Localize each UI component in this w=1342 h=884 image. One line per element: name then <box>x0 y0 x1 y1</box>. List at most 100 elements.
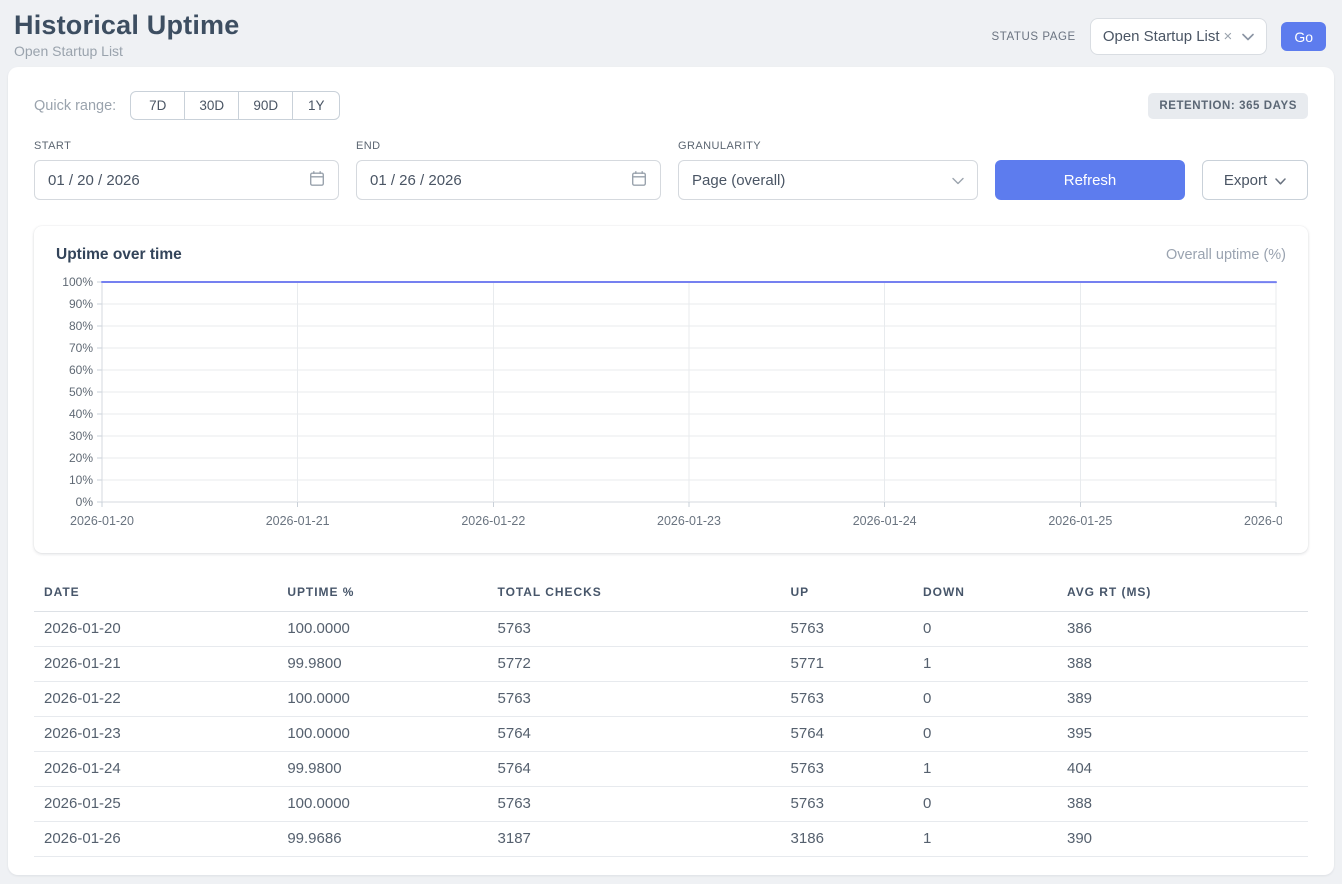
table-cell: 5764 <box>781 717 913 752</box>
table-cell: 2026-01-23 <box>34 717 277 752</box>
table-cell: 99.9800 <box>277 752 487 787</box>
table-cell: 0 <box>913 787 1057 822</box>
table-cell: 5763 <box>488 612 781 647</box>
table-row: 2026-01-25100.0000576357630388 <box>34 787 1308 822</box>
table-cell: 2026-01-22 <box>34 682 277 717</box>
table-cell: 99.9686 <box>277 822 487 857</box>
quick-range-90d-button[interactable]: 90D <box>238 91 293 120</box>
table-cell: 100.0000 <box>277 612 487 647</box>
table-cell: 388 <box>1057 787 1308 822</box>
filters-row: START 01 / 20 / 2026 END 01 / 26 / 2026 <box>34 140 1308 200</box>
svg-text:0%: 0% <box>76 495 94 509</box>
end-date-input[interactable]: 01 / 26 / 2026 <box>356 160 661 200</box>
svg-text:10%: 10% <box>69 473 93 487</box>
table-row: 2026-01-2499.9800576457631404 <box>34 752 1308 787</box>
svg-text:40%: 40% <box>69 407 93 421</box>
quick-range-7d-button[interactable]: 7D <box>130 91 185 120</box>
clear-icon[interactable]: × <box>1224 28 1233 45</box>
chevron-down-icon <box>1275 172 1286 189</box>
svg-text:50%: 50% <box>69 385 93 399</box>
table-cell: 386 <box>1057 612 1308 647</box>
table-cell: 395 <box>1057 717 1308 752</box>
column-header: DATE <box>34 577 277 612</box>
chart-legend: Overall uptime (%) <box>1166 247 1286 263</box>
table-cell: 2026-01-20 <box>34 612 277 647</box>
table-cell: 1 <box>913 752 1057 787</box>
svg-text:100%: 100% <box>62 275 93 289</box>
end-date-value: 01 / 26 / 2026 <box>370 172 462 189</box>
uptime-line-chart: 100%90%80%70%60%50%40%30%20%10%0%2026-01… <box>56 272 1286 543</box>
quick-range-group: 7D30D90D1Y <box>130 91 340 120</box>
column-header: AVG RT (MS) <box>1057 577 1308 612</box>
topbar-right: STATUS PAGE Open Startup List × Go <box>992 18 1326 55</box>
table-cell: 5763 <box>488 682 781 717</box>
granularity-field: GRANULARITY Page (overall) <box>678 140 978 200</box>
page-title: Historical Uptime <box>14 10 239 40</box>
export-button-label: Export <box>1224 172 1267 189</box>
table-cell: 404 <box>1057 752 1308 787</box>
quick-range-1y-button[interactable]: 1Y <box>292 91 340 120</box>
quick-range-30d-button[interactable]: 30D <box>184 91 239 120</box>
granularity-select[interactable]: Page (overall) <box>678 160 978 200</box>
go-button[interactable]: Go <box>1281 22 1326 51</box>
table-cell: 0 <box>913 682 1057 717</box>
table-cell: 5763 <box>488 787 781 822</box>
table-cell: 5764 <box>488 717 781 752</box>
refresh-button[interactable]: Refresh <box>995 160 1185 200</box>
table-row: 2026-01-2199.9800577257711388 <box>34 647 1308 682</box>
svg-text:2026-01-21: 2026-01-21 <box>266 514 330 528</box>
table-cell: 2026-01-26 <box>34 822 277 857</box>
svg-text:2026-01-22: 2026-01-22 <box>461 514 525 528</box>
title-block: Historical Uptime Open Startup List <box>14 10 239 59</box>
svg-text:2026-01-20: 2026-01-20 <box>70 514 134 528</box>
table-cell: 0 <box>913 717 1057 752</box>
table-cell: 5763 <box>781 752 913 787</box>
table-row: 2026-01-2699.9686318731861390 <box>34 822 1308 857</box>
chart-title: Uptime over time <box>56 246 182 264</box>
end-date-field: END 01 / 26 / 2026 <box>356 140 661 200</box>
svg-text:2026-01-24: 2026-01-24 <box>853 514 917 528</box>
table-cell: 388 <box>1057 647 1308 682</box>
svg-text:30%: 30% <box>69 429 93 443</box>
end-date-label: END <box>356 140 661 152</box>
table-cell: 5763 <box>781 787 913 822</box>
historical-uptime-page: Historical Uptime Open Startup List STAT… <box>0 0 1342 875</box>
table-cell: 5763 <box>781 682 913 717</box>
chevron-down-icon <box>1242 33 1254 41</box>
table-cell: 5772 <box>488 647 781 682</box>
table-cell: 1 <box>913 647 1057 682</box>
chart-header: Uptime over time Overall uptime (%) <box>56 246 1286 264</box>
table-cell: 3186 <box>781 822 913 857</box>
calendar-icon[interactable] <box>631 170 647 191</box>
table-cell: 5763 <box>781 612 913 647</box>
table-header-row: DATEUPTIME %TOTAL CHECKSUPDOWNAVG RT (MS… <box>34 577 1308 612</box>
start-date-input[interactable]: 01 / 20 / 2026 <box>34 160 339 200</box>
quick-range-row: Quick range: 7D30D90D1Y RETENTION: 365 D… <box>34 91 1308 120</box>
table-cell: 99.9800 <box>277 647 487 682</box>
status-page-selected-value: Open Startup List <box>1103 28 1220 45</box>
topbar: Historical Uptime Open Startup List STAT… <box>0 0 1342 59</box>
granularity-label: GRANULARITY <box>678 140 978 152</box>
page-subtitle: Open Startup List <box>14 43 239 59</box>
svg-text:20%: 20% <box>69 451 93 465</box>
export-button[interactable]: Export <box>1202 160 1308 200</box>
calendar-icon[interactable] <box>309 170 325 191</box>
table-cell: 2026-01-21 <box>34 647 277 682</box>
column-header: TOTAL CHECKS <box>488 577 781 612</box>
start-date-label: START <box>34 140 339 152</box>
table-cell: 2026-01-25 <box>34 787 277 822</box>
column-header: UPTIME % <box>277 577 487 612</box>
table-row: 2026-01-22100.0000576357630389 <box>34 682 1308 717</box>
status-page-select[interactable]: Open Startup List × <box>1090 18 1268 55</box>
granularity-selected-value: Page (overall) <box>692 172 785 189</box>
svg-text:60%: 60% <box>69 363 93 377</box>
uptime-chart-card: Uptime over time Overall uptime (%) 100%… <box>34 226 1308 553</box>
svg-text:80%: 80% <box>69 319 93 333</box>
chevron-down-icon <box>952 172 964 189</box>
table-cell: 389 <box>1057 682 1308 717</box>
column-header: DOWN <box>913 577 1057 612</box>
quick-range-label: Quick range: <box>34 98 116 114</box>
start-date-value: 01 / 20 / 2026 <box>48 172 140 189</box>
svg-text:2026-01-26: 2026-01-26 <box>1244 514 1282 528</box>
status-page-label: STATUS PAGE <box>992 31 1076 43</box>
